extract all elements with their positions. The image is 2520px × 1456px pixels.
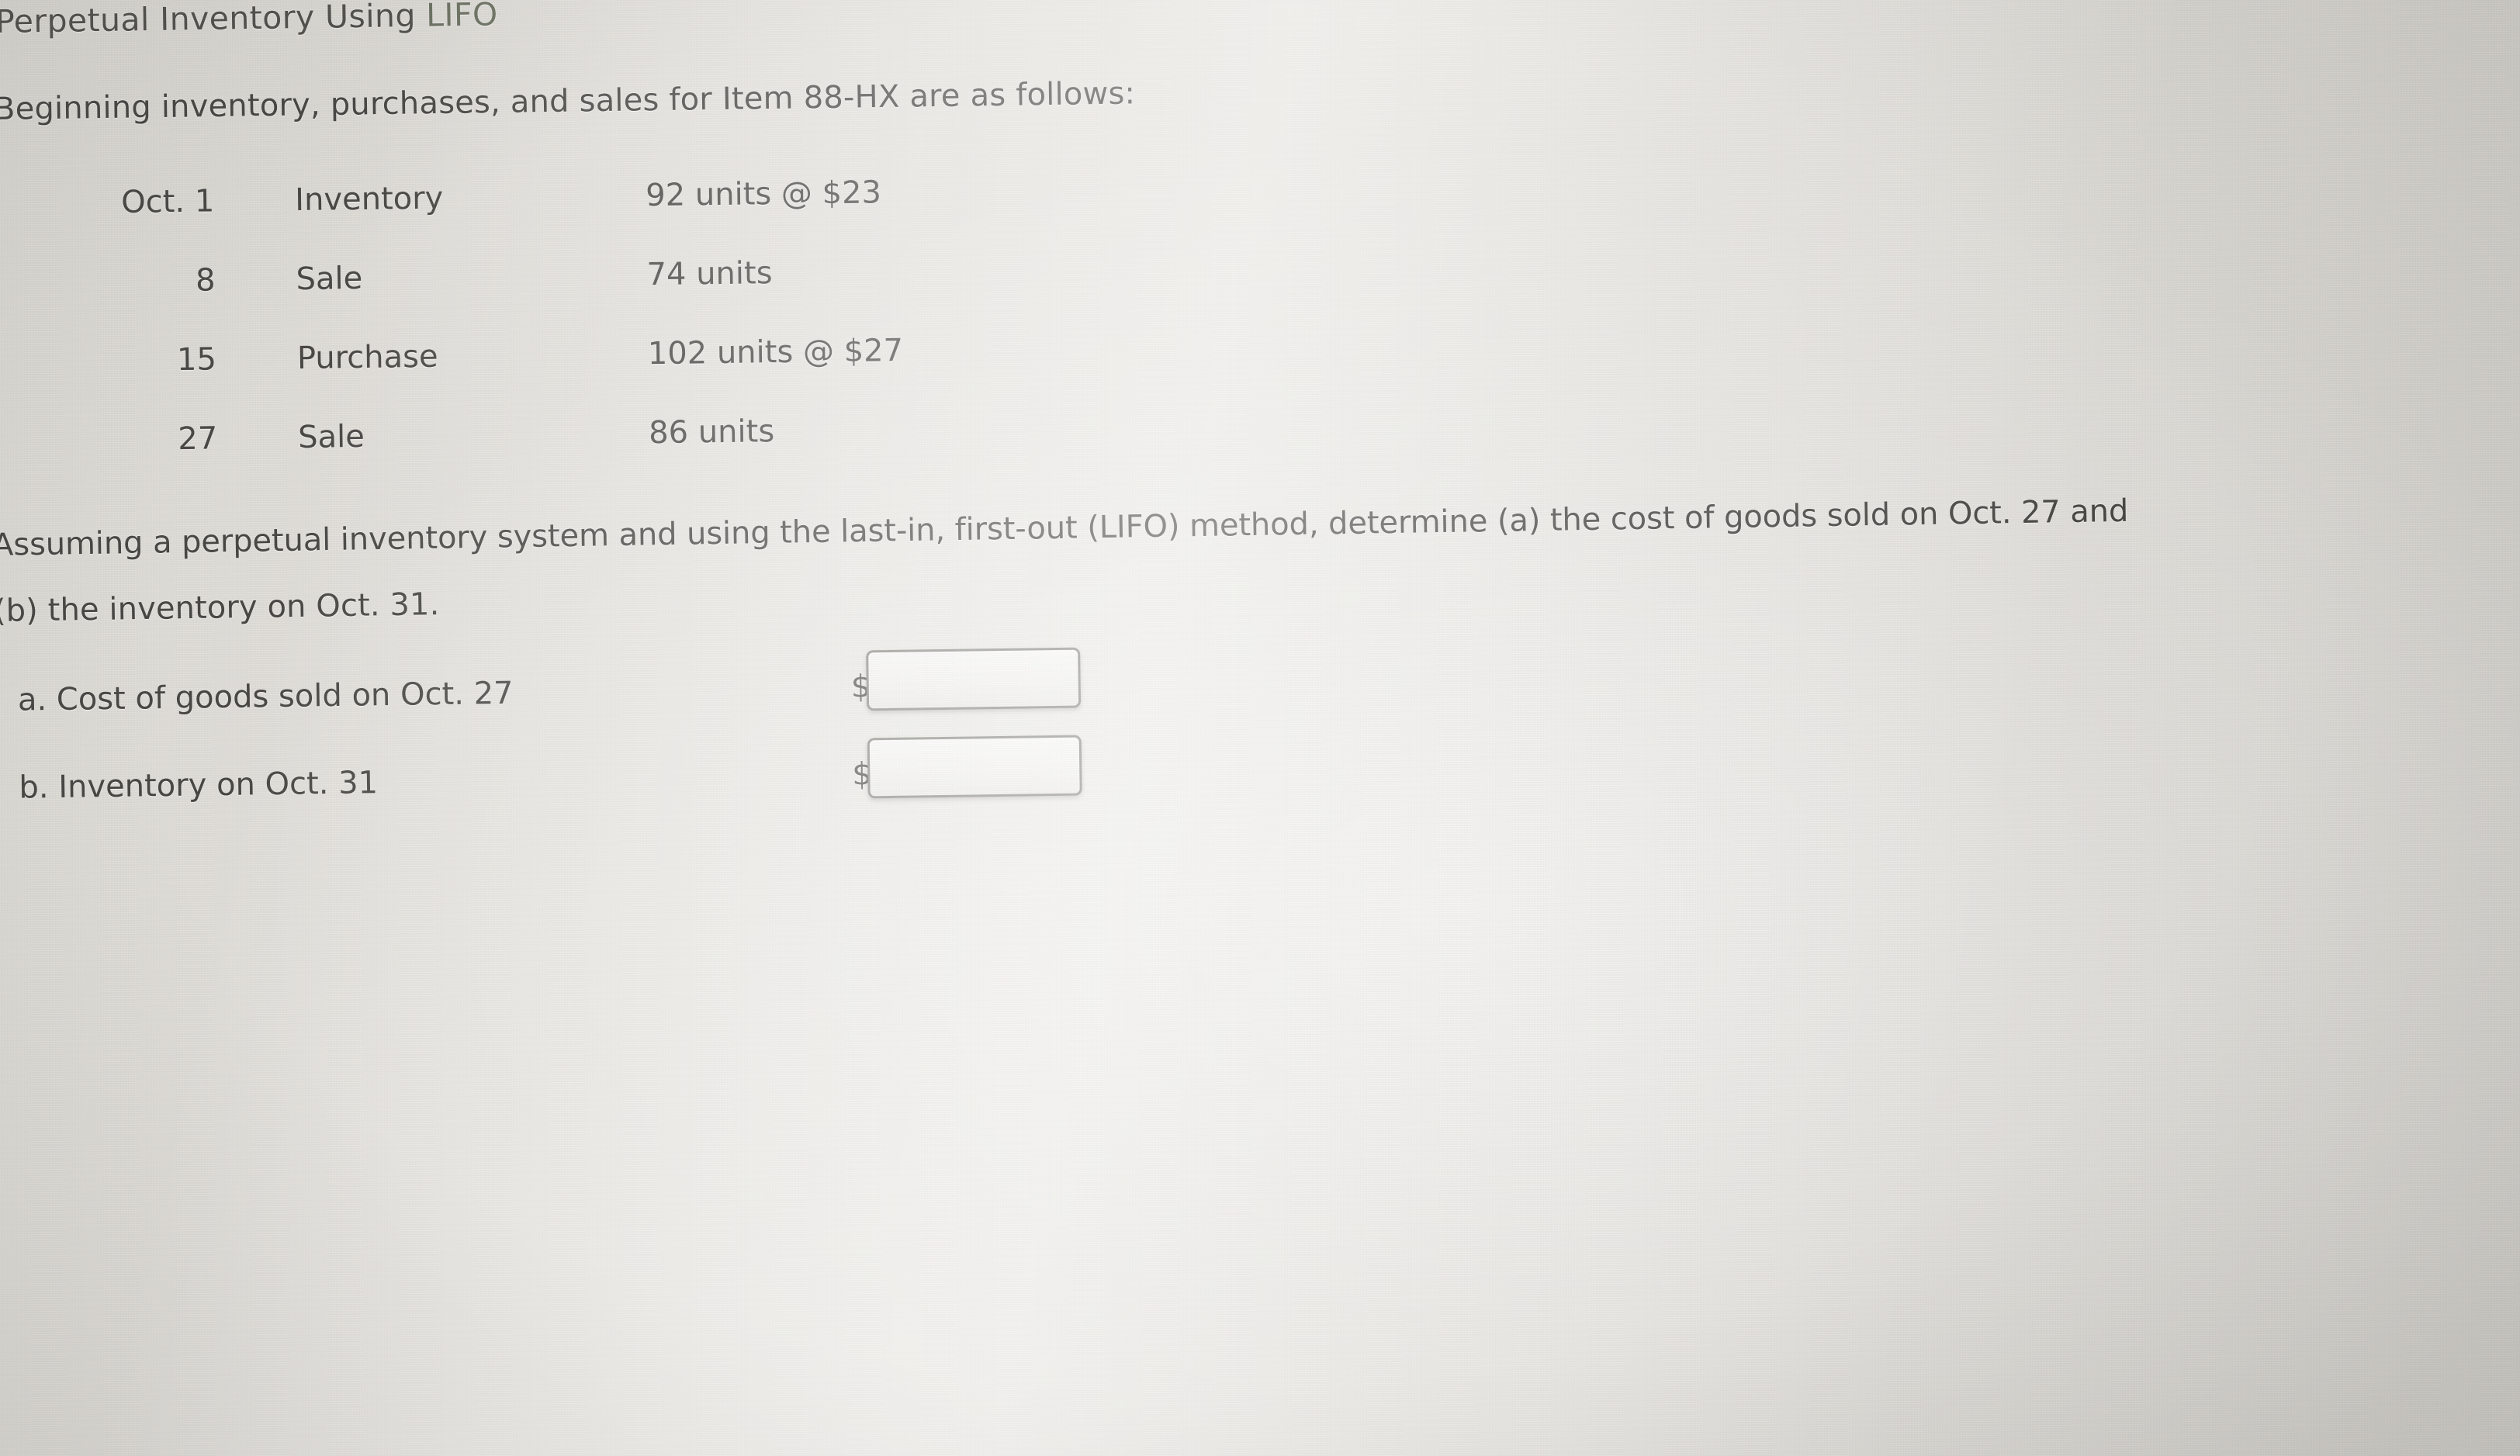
transaction-date: Oct. 1 bbox=[120, 183, 215, 220]
answer-label-cost-of-goods-sold: a. Cost of goods sold on Oct. 27 bbox=[17, 675, 514, 718]
answer-row-b: b. Inventory on Oct. 31 $ bbox=[2, 721, 1166, 825]
transaction-quantity: 92 units @ $23 bbox=[645, 175, 882, 214]
transaction-quantity: 74 units bbox=[646, 255, 773, 293]
transaction-type: Sale bbox=[296, 260, 363, 298]
instructions-line-1: Assuming a perpetual inventory system an… bbox=[0, 493, 2129, 563]
transaction-type: Inventory bbox=[294, 180, 444, 219]
photographed-screen: Perpetual Inventory Using LIFO Beginning… bbox=[0, 0, 2520, 1456]
page-title-method: LIFO bbox=[425, 0, 498, 34]
assignment-page: Perpetual Inventory Using LIFO Beginning… bbox=[0, 0, 2520, 1456]
page-title-prefix: Perpetual Inventory Using bbox=[0, 0, 427, 40]
answer-row-a: a. Cost of goods sold on Oct. 27 $ bbox=[0, 634, 1165, 738]
transaction-date: 15 bbox=[176, 341, 217, 379]
intro-paragraph: Beginning inventory, purchases, and sale… bbox=[0, 75, 1136, 127]
transaction-type: Sale bbox=[297, 418, 365, 456]
page-title: Perpetual Inventory Using LIFO bbox=[0, 0, 498, 40]
inventory-input[interactable] bbox=[867, 735, 1082, 799]
transaction-quantity: 102 units @ $27 bbox=[647, 332, 904, 372]
transaction-date: 8 bbox=[195, 262, 216, 299]
answers-section: a. Cost of goods sold on Oct. 27 $ b. In… bbox=[0, 634, 1166, 825]
transaction-table: Oct. 1 Inventory 92 units @ $23 8 Sale 7… bbox=[0, 175, 904, 503]
table-row: 27 Sale 86 units bbox=[3, 413, 774, 503]
table-row: 8 Sale 74 units bbox=[1, 255, 773, 344]
table-row: Oct. 1 Inventory 92 units @ $23 bbox=[0, 175, 881, 265]
transaction-date: 27 bbox=[178, 420, 218, 458]
instructions-line-2: (b) the inventory on Oct. 31. bbox=[0, 586, 440, 629]
cost-of-goods-sold-input[interactable] bbox=[866, 647, 1082, 711]
answer-label-inventory: b. Inventory on Oct. 31 bbox=[19, 765, 379, 806]
table-row: 15 Purchase 102 units @ $27 bbox=[2, 333, 904, 424]
transaction-quantity: 86 units bbox=[648, 413, 775, 451]
transaction-type: Purchase bbox=[296, 338, 438, 377]
